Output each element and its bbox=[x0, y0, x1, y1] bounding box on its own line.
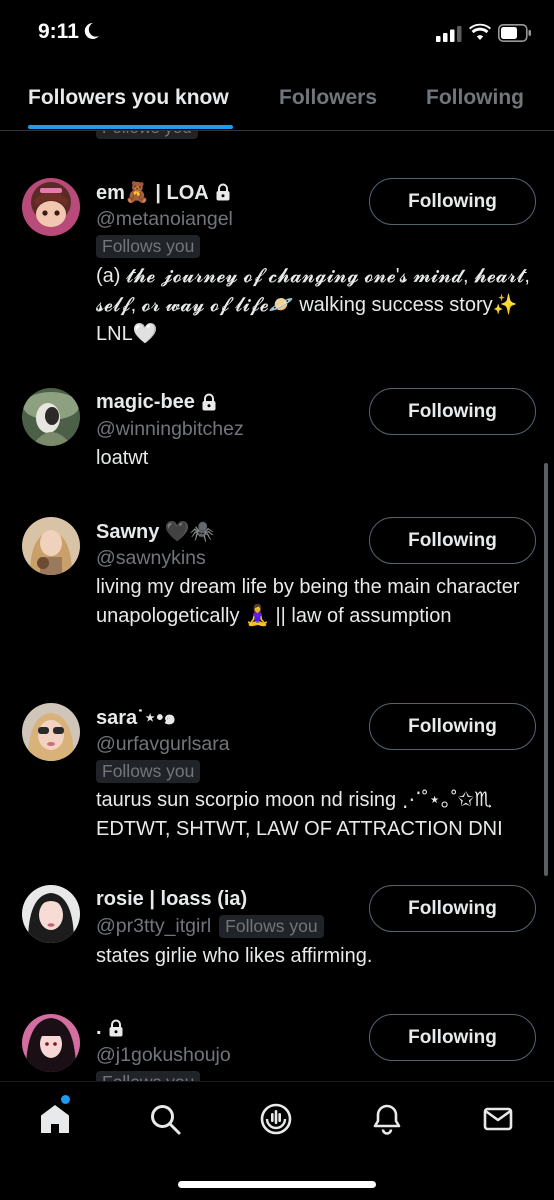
tab-followers[interactable]: Followers bbox=[279, 86, 377, 110]
bio: states girlie who likes affirming. bbox=[96, 945, 373, 967]
scrollbar[interactable] bbox=[544, 463, 548, 876]
bottom-nav bbox=[0, 1081, 554, 1200]
following-button[interactable]: Following bbox=[369, 1014, 536, 1061]
handle-line: @metanoiangel bbox=[96, 206, 233, 232]
avatar[interactable] bbox=[22, 178, 80, 236]
spaces-icon[interactable] bbox=[259, 1102, 293, 1136]
handle: @metanoiangel bbox=[96, 207, 233, 230]
lock-icon bbox=[202, 393, 216, 411]
following-button[interactable]: Following bbox=[369, 388, 536, 435]
following-button[interactable]: Following bbox=[369, 178, 536, 225]
name-line: rosie | loass (ia) bbox=[96, 885, 247, 913]
follows-you-badge: Follows you bbox=[96, 235, 201, 258]
handle-line: @winningbitchez bbox=[96, 416, 244, 442]
name-line: magic-bee bbox=[96, 388, 217, 416]
home-icon[interactable] bbox=[38, 1102, 72, 1136]
tab-followers-you-know[interactable]: Followers you know bbox=[28, 86, 229, 110]
follows-you-badge: Follows you bbox=[96, 760, 201, 783]
active-tab-indicator bbox=[28, 125, 233, 129]
lock-icon bbox=[109, 1019, 123, 1037]
follows-you-badge: Follows you bbox=[96, 131, 198, 139]
status-time: 9:11 bbox=[38, 20, 79, 43]
handle: @j1gokushoujo bbox=[96, 1043, 231, 1066]
name-line: Sawny 🖤🕷️ bbox=[96, 517, 215, 545]
display-name[interactable]: sara˙⋆•๑ bbox=[96, 701, 176, 733]
home-indicator bbox=[178, 1181, 376, 1188]
handle: @sawnykins bbox=[96, 546, 206, 569]
avatar[interactable] bbox=[22, 703, 80, 761]
bio: (a) 𝓽𝓱𝓮 𝓳𝓸𝓾𝓻𝓷𝓮𝔂 𝓸𝓯 𝓬𝓱𝓪𝓷𝓰𝓲𝓷𝓰 𝓸𝓷𝓮'𝓼 𝓶𝓲𝓷𝓭, … bbox=[96, 265, 530, 345]
following-button[interactable]: Following bbox=[369, 517, 536, 564]
battery-icon bbox=[498, 24, 531, 42]
bio: taurus sun scorpio moon nd rising ⋰˚⋆｡˚✩… bbox=[96, 789, 503, 840]
avatar[interactable] bbox=[22, 388, 80, 446]
name-line: em🧸 | LOA bbox=[96, 178, 231, 206]
search-icon[interactable] bbox=[148, 1102, 182, 1136]
handle-line: @sawnykins bbox=[96, 545, 206, 571]
bio: living my dream life by being the main c… bbox=[96, 576, 520, 627]
notification-dot bbox=[61, 1095, 70, 1104]
display-name[interactable]: magic-bee bbox=[96, 391, 195, 414]
wifi-icon bbox=[469, 23, 491, 40]
mail-icon[interactable] bbox=[481, 1102, 515, 1136]
handle: @urfavgurlsara bbox=[96, 732, 230, 755]
handle-line: @j1gokushoujo bbox=[96, 1042, 231, 1068]
avatar[interactable] bbox=[22, 1014, 80, 1072]
follows-you-badge: Follows you bbox=[96, 1071, 201, 1081]
display-name[interactable]: rosie | loass (ia) bbox=[96, 888, 247, 911]
follows-you-badge: Follows you bbox=[219, 914, 324, 938]
display-name[interactable]: em🧸 | LOA bbox=[96, 180, 209, 205]
name-line: . bbox=[96, 1014, 124, 1042]
display-name[interactable]: Sawny 🖤🕷️ bbox=[96, 519, 215, 544]
bell-icon[interactable] bbox=[370, 1102, 404, 1136]
handle-line: @urfavgurlsara bbox=[96, 731, 230, 757]
display-name[interactable]: . bbox=[96, 1017, 102, 1040]
follower-tabs: Followers you know Followers Following bbox=[0, 66, 554, 131]
handle: @winningbitchez bbox=[96, 417, 244, 440]
user-list[interactable]: Follows you em🧸 | LOA @metanoiangel Foll… bbox=[0, 131, 554, 1081]
moon-icon bbox=[84, 22, 99, 39]
tab-following[interactable]: Following bbox=[426, 86, 524, 110]
status-bar: 9:11 bbox=[0, 0, 554, 66]
avatar[interactable] bbox=[22, 885, 80, 943]
following-button[interactable]: Following bbox=[369, 885, 536, 932]
handle: @pr3tty_itgirl bbox=[96, 914, 212, 937]
name-line: sara˙⋆•๑ bbox=[96, 703, 176, 731]
avatar[interactable] bbox=[22, 517, 80, 575]
following-button[interactable]: Following bbox=[369, 703, 536, 750]
handle-line: @pr3tty_itgirl Follows you bbox=[96, 913, 324, 939]
bio: loatwt bbox=[96, 447, 149, 469]
lock-icon bbox=[216, 183, 230, 201]
signal-icon bbox=[436, 26, 462, 42]
